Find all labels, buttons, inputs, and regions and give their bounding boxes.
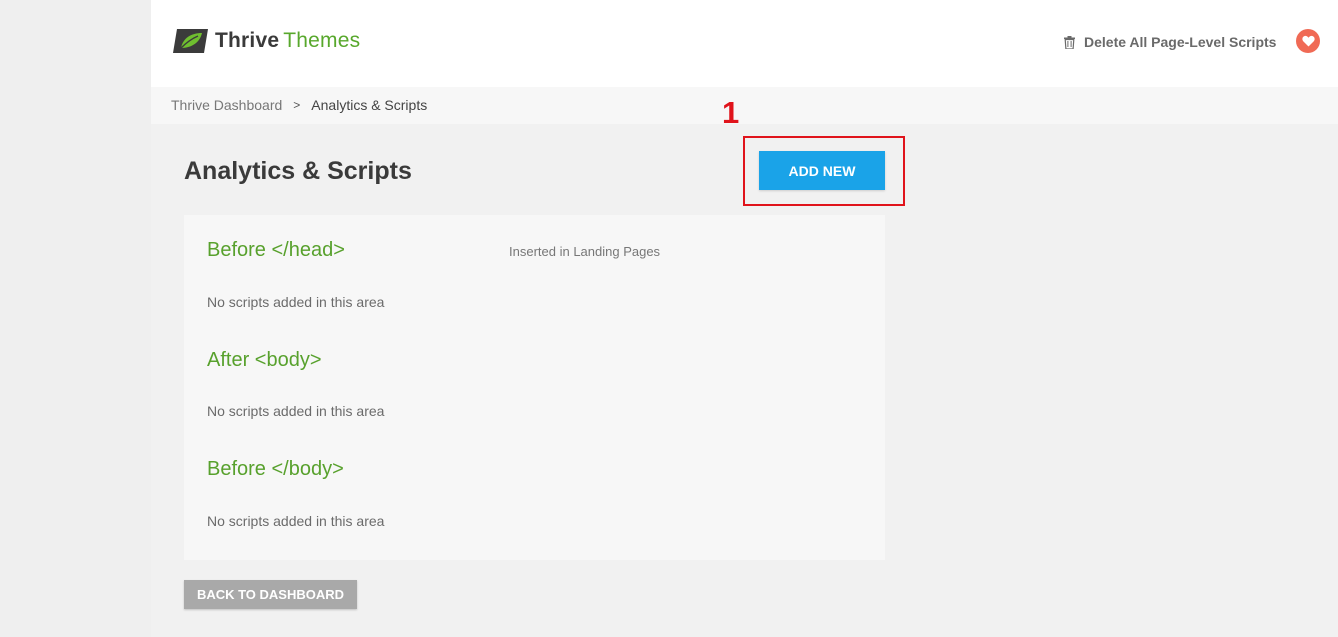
breadcrumb-bar: Thrive Dashboard > Analytics & Scripts [151,87,1338,124]
heart-button[interactable] [1296,29,1320,53]
delete-all-scripts-label: Delete All Page-Level Scripts [1084,34,1277,50]
logo-word-themes: Themes [283,29,361,52]
section-empty-after-body: No scripts added in this area [207,403,385,419]
leaf-logo-icon [173,29,208,53]
thrive-themes-logo[interactable]: Thrive Themes [173,29,360,53]
breadcrumb: Thrive Dashboard > Analytics & Scripts [171,97,427,113]
heart-icon [1301,35,1315,47]
logo-word-thrive: Thrive [215,29,280,52]
delete-all-scripts-link[interactable]: Delete All Page-Level Scripts [1064,33,1276,51]
breadcrumb-current: Analytics & Scripts [311,97,428,113]
section-title-after-body: After <body> [207,349,322,371]
section-empty-before-head: No scripts added in this area [207,294,385,310]
breadcrumb-separator: > [293,98,301,112]
page: Thrive Themes Delete All Page-Level Scri… [151,0,1338,637]
page-title: Analytics & Scripts [184,157,412,185]
trash-icon [1064,35,1075,49]
section-title-before-body: Before </body> [207,458,344,480]
breadcrumb-dashboard-link[interactable]: Thrive Dashboard [171,97,282,113]
scripts-panel: Before </head> Inserted in Landing Pages… [184,215,885,560]
section-empty-before-body: No scripts added in this area [207,513,385,529]
annotation-number: 1 [722,95,740,130]
back-to-dashboard-button[interactable]: BACK TO DASHBOARD [184,580,357,609]
annotation-highlight-box [743,136,905,206]
top-bar: Thrive Themes Delete All Page-Level Scri… [151,0,1338,87]
inserted-note: Inserted in Landing Pages [509,244,661,259]
section-title-before-head: Before </head> [207,239,345,261]
